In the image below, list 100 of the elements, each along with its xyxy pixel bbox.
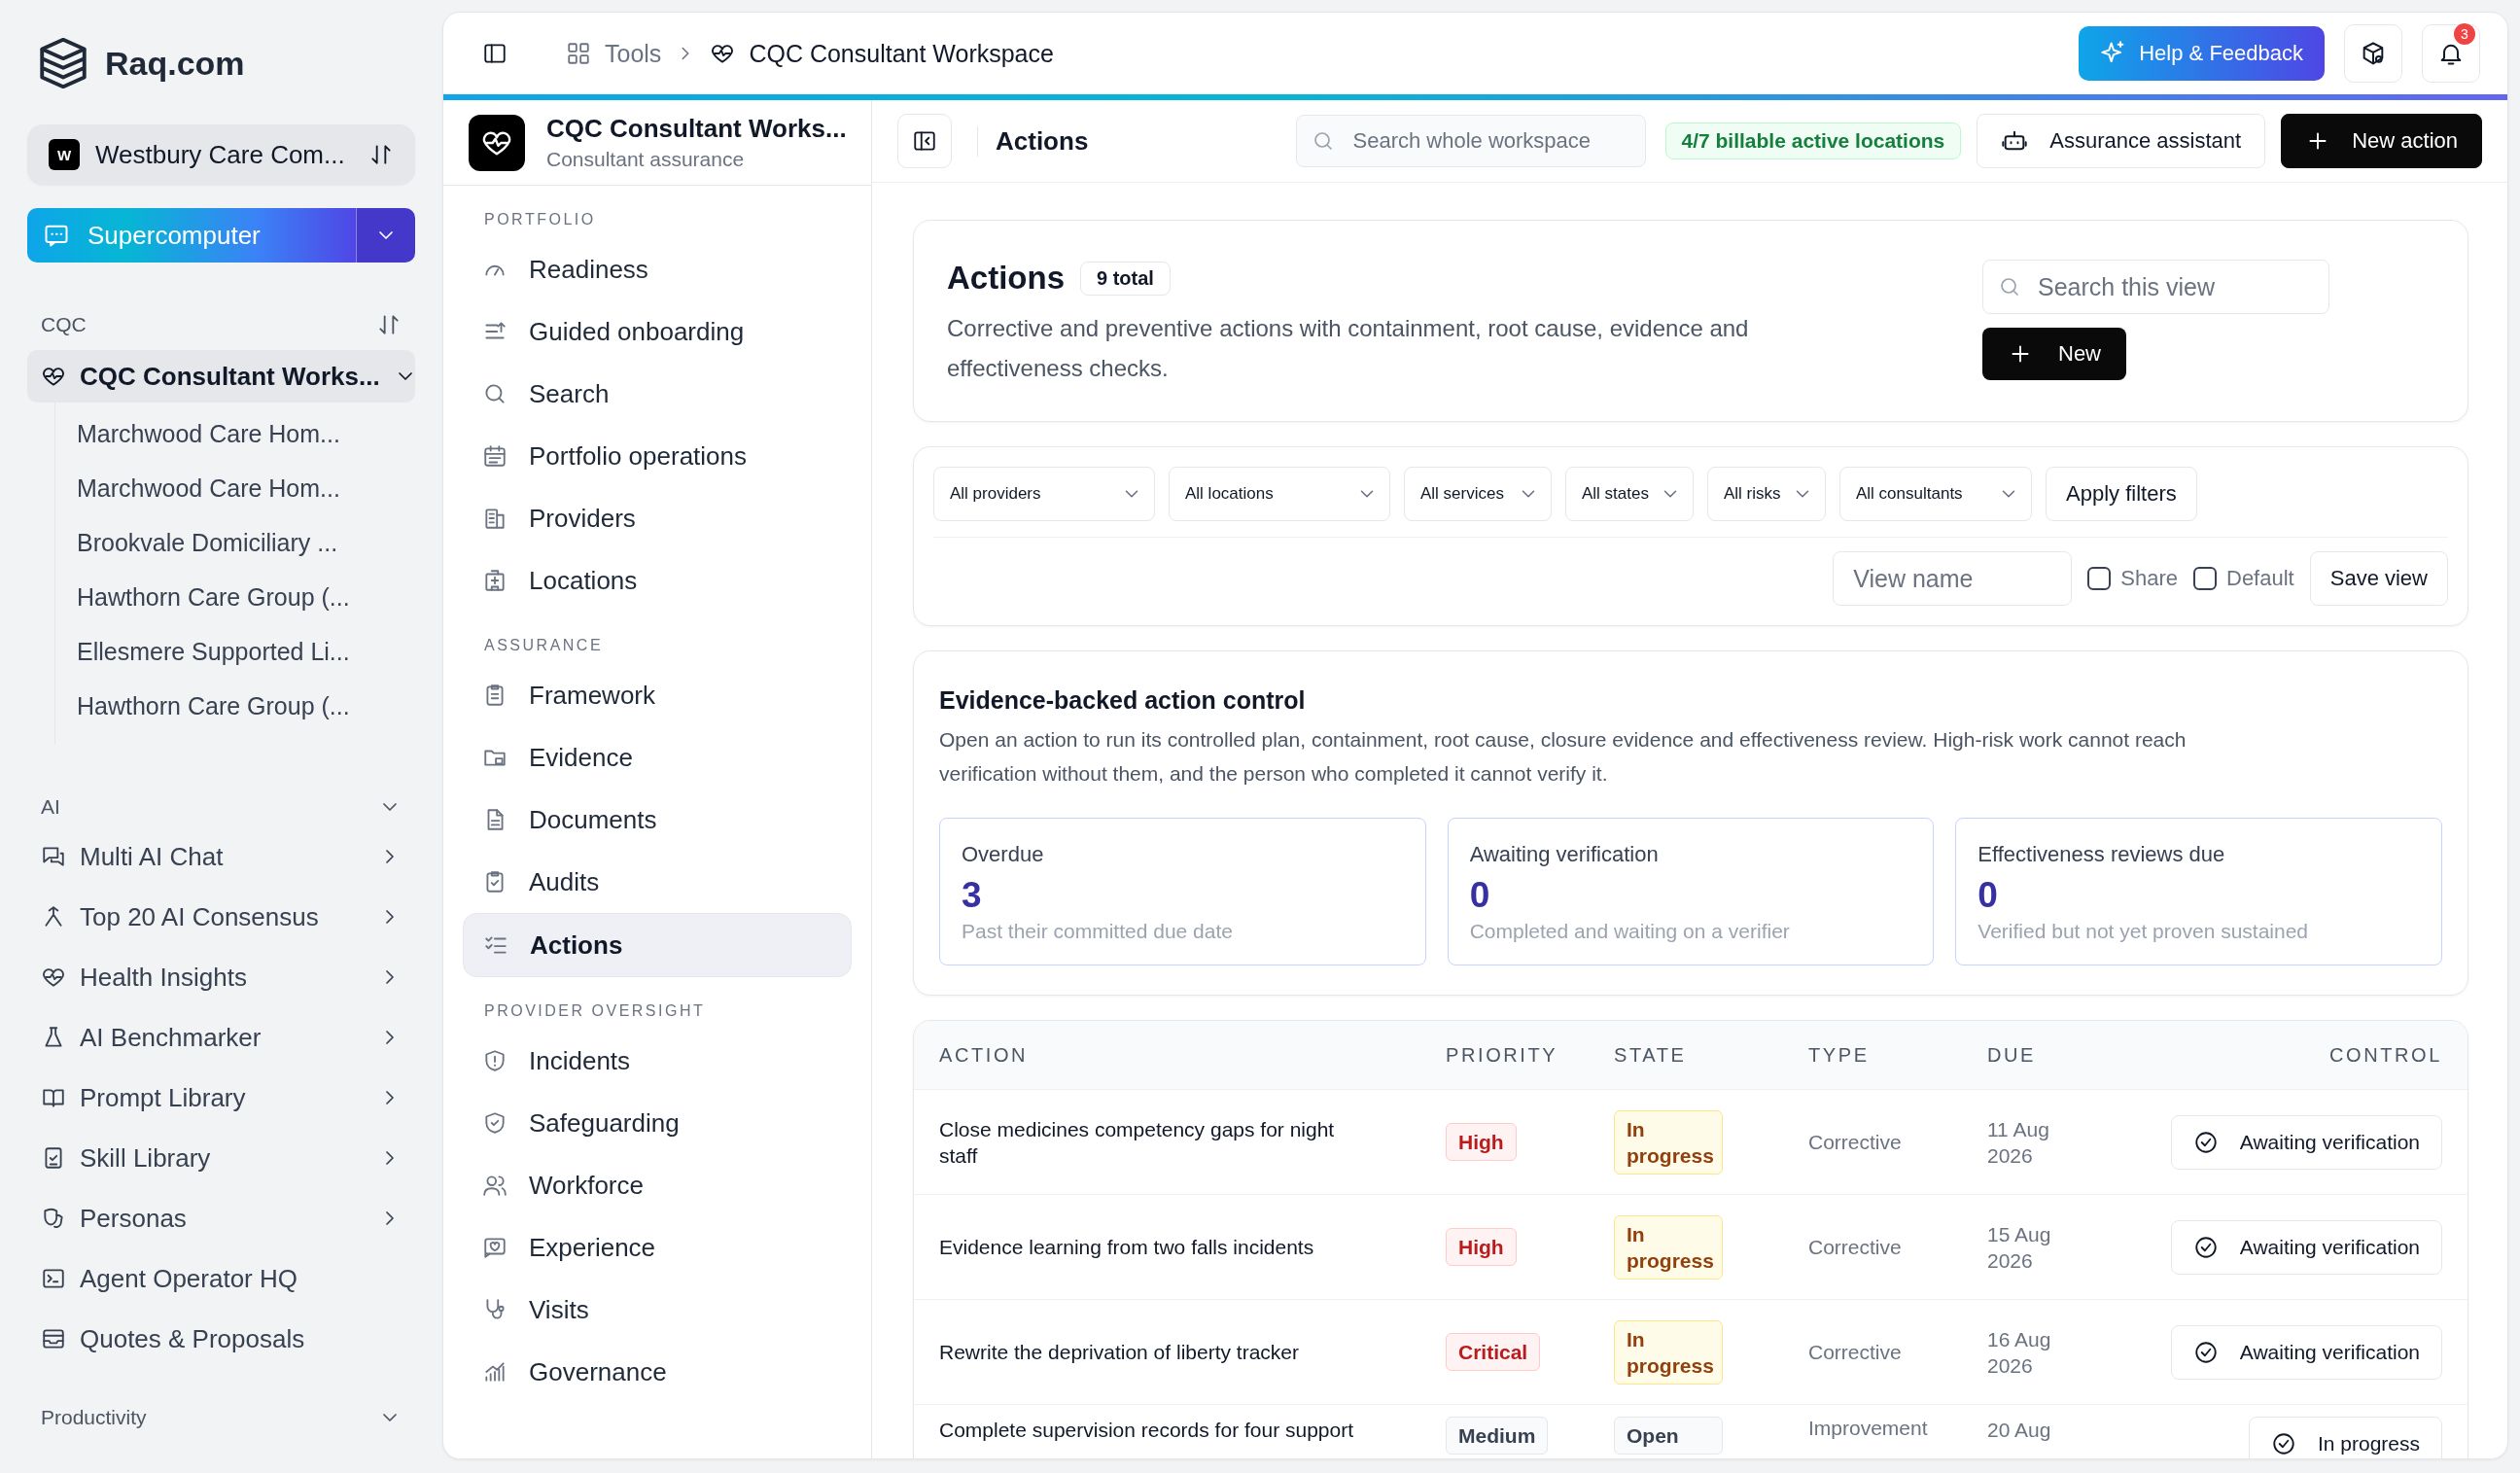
nav-item[interactable]: Experience: [463, 1216, 852, 1279]
table-cell-text: Close medicines competency gaps for night staff: [939, 1116, 1336, 1169]
checkbox[interactable]: [2087, 567, 2112, 590]
nav-item[interactable]: Visits: [463, 1279, 852, 1341]
shield-alert-icon: [482, 1048, 508, 1073]
sidebar-item[interactable]: Agent Operator HQ: [27, 1248, 415, 1309]
stat-label: Overdue: [962, 842, 1045, 867]
chat-icon: [41, 844, 66, 869]
sidebar-subitem[interactable]: Marchwood Care Hom...: [55, 461, 415, 515]
sidebar-subitem[interactable]: Hawthorn Care Group (...: [55, 679, 415, 733]
checkbox-label: Default: [2226, 566, 2294, 591]
sidebar-item[interactable]: CQC Consultant Works...: [27, 350, 415, 403]
breadcrumb-link[interactable]: Tools: [605, 39, 662, 68]
filter-dropdown[interactable]: All providers: [933, 467, 1155, 521]
card-title: Evidence-backed action control: [939, 686, 1307, 715]
sidebar-item[interactable]: Prompt Library: [27, 1068, 415, 1128]
filter-dropdown[interactable]: All locations: [1169, 467, 1390, 521]
filter-dropdown[interactable]: All risks: [1707, 467, 1826, 521]
notifications-button[interactable]: 3: [2422, 24, 2480, 83]
check-circle-icon: [2192, 1339, 2219, 1365]
control-button[interactable]: Awaiting verification: [2170, 1114, 2442, 1170]
sidebar-item[interactable]: Health Insights: [27, 947, 415, 1007]
table-cell-text: Corrective: [1808, 1130, 1903, 1154]
sidebar-subitem[interactable]: Marchwood Care Hom...: [55, 406, 415, 461]
filter-dropdown[interactable]: All services: [1404, 467, 1552, 521]
workspace-switcher[interactable]: W Westbury Care Com...: [27, 124, 415, 185]
building-icon: [482, 506, 508, 531]
heart-message-icon: [482, 1235, 508, 1260]
table-cell-text: Improvement: [1808, 1417, 1929, 1440]
section-label: PORTFOLIO: [483, 210, 597, 229]
nav-item[interactable]: Workforce: [463, 1154, 852, 1216]
nav-item[interactable]: Portfolio operations: [463, 425, 852, 487]
table-cell-text: 15 Aug 2026: [1987, 1221, 2052, 1274]
nav-item[interactable]: Locations: [463, 549, 852, 612]
stat-value: 0: [1978, 875, 1999, 916]
save-view-button[interactable]: Save view: [2309, 551, 2448, 606]
nav-item[interactable]: Providers: [463, 487, 852, 549]
sidebar-item[interactable]: AI Benchmarker: [27, 1007, 415, 1068]
calendar-icon: [482, 443, 508, 469]
table-cell-text: 16 Aug 2026: [1987, 1326, 2052, 1379]
search-icon: [1998, 275, 2021, 298]
collapse-panel-button[interactable]: [897, 114, 952, 168]
nav-item[interactable]: Evidence: [463, 726, 852, 789]
sidebar-subitem[interactable]: Hawthorn Care Group (...: [55, 570, 415, 624]
nav-item[interactable]: Governance: [463, 1341, 852, 1403]
workspace-title: CQC Consultant Works...: [546, 114, 847, 144]
package-search-button[interactable]: [2344, 24, 2402, 83]
new-button[interactable]: New: [1982, 328, 2126, 380]
nav-item[interactable]: Documents: [463, 789, 852, 851]
card-description: Corrective and preventive actions with containment, root cause, evidence and effectiveness checks.: [947, 314, 1750, 383]
nav-item[interactable]: Framework: [463, 664, 852, 726]
sidebar-item[interactable]: Top 20 AI Consensus: [27, 887, 415, 947]
users-icon: [482, 1173, 508, 1198]
table-cell-text: Corrective: [1808, 1340, 1903, 1364]
control-button[interactable]: Awaiting verification: [2170, 1219, 2442, 1275]
column-header: CONTROL: [2328, 1043, 2442, 1067]
search-field[interactable]: Search whole workspace: [1295, 115, 1646, 167]
breadcrumb-current: CQC Consultant Workspace: [749, 39, 1054, 68]
search-field[interactable]: Search this view: [1982, 260, 2329, 314]
table-cell-text: 11 Aug 2026: [1987, 1116, 2050, 1169]
filter-dropdown[interactable]: All states: [1565, 467, 1694, 521]
filter-dropdown[interactable]: All consultants: [1839, 467, 2032, 521]
stat-note: Verified but not yet proven sustained: [1978, 920, 2310, 943]
stat-note: Completed and waiting on a verifier: [1469, 920, 1791, 943]
nav-item[interactable]: Search: [463, 363, 852, 425]
help-feedback-button[interactable]: Help & Feedback: [2079, 26, 2325, 81]
card-description: Open an action to run its controlled plan, containment, root cause, closure evidence and effectiveness review. High-risk work cannot reach verification without them, and the person who completed it cannot verify it.: [939, 727, 2188, 787]
nav-item[interactable]: Guided onboarding: [463, 300, 852, 363]
checkbox-label: Share: [2120, 566, 2178, 591]
column-header: PRIORITY: [1446, 1043, 1559, 1067]
stat-label: Effectiveness reviews due: [1978, 842, 2226, 867]
dropdown-toggle[interactable]: [356, 208, 415, 263]
priority-tag: High: [1446, 1228, 1517, 1266]
inbox-icon: [41, 1326, 66, 1351]
state-tag: In progress: [1614, 1109, 1723, 1175]
card-title: Actions: [947, 260, 1065, 297]
new-action-button[interactable]: New action: [2281, 114, 2482, 168]
column-header: TYPE: [1808, 1043, 1871, 1067]
nav-item[interactable]: Readiness: [463, 238, 852, 300]
view-name-field[interactable]: View name: [1833, 551, 2073, 606]
checkbox[interactable]: [2193, 567, 2217, 590]
priority-tag: High: [1446, 1123, 1517, 1161]
nav-item[interactable]: Safeguarding: [463, 1092, 852, 1154]
sidebar-item[interactable]: Quotes & Proposals: [27, 1309, 415, 1369]
nav-item[interactable]: Audits: [463, 851, 852, 913]
count-badge: 9 total: [1080, 261, 1171, 296]
state-tag: In progress: [1614, 1319, 1723, 1385]
control-button[interactable]: Awaiting verification: [2170, 1324, 2442, 1380]
section-label: CQC: [41, 313, 87, 336]
assistant-button[interactable]: Assurance assistant: [1977, 114, 2266, 168]
column-header: DUE: [1987, 1043, 2038, 1067]
nav-item[interactable]: Actions: [463, 913, 852, 977]
sidebar-subitem[interactable]: Ellesmere Supported Li...: [55, 624, 415, 679]
state-tag: In progress: [1614, 1214, 1723, 1280]
nav-item[interactable]: Incidents: [463, 1030, 852, 1092]
sidebar-item[interactable]: Multi AI Chat: [27, 826, 415, 887]
sidebar-subitem[interactable]: Brookvale Domiciliary ...: [55, 515, 415, 570]
apply-filters-button[interactable]: Apply filters: [2046, 467, 2197, 521]
sidebar-item[interactable]: Skill Library: [27, 1128, 415, 1188]
sidebar-item[interactable]: Personas: [27, 1188, 415, 1248]
